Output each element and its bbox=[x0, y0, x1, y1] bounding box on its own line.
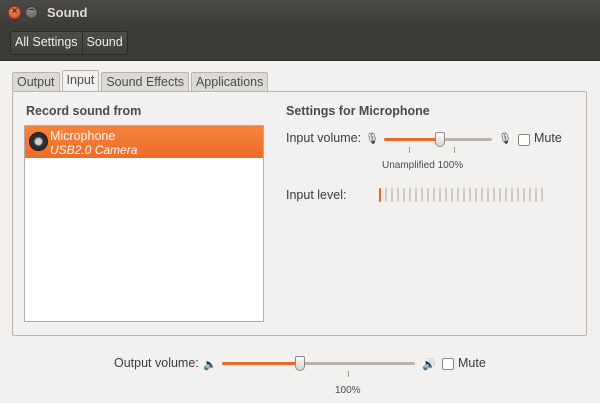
toolbar: All Settings Sound bbox=[0, 26, 600, 61]
unamplified-label: Unamplified 100% bbox=[382, 160, 464, 171]
level-segment bbox=[445, 188, 447, 202]
close-icon: × bbox=[11, 6, 18, 17]
level-segment bbox=[415, 188, 417, 202]
minimize-icon: – bbox=[28, 4, 35, 15]
level-segment bbox=[535, 188, 537, 202]
level-segment bbox=[469, 188, 471, 202]
level-segment bbox=[397, 188, 399, 202]
output-volume-fill bbox=[222, 362, 300, 365]
level-segment bbox=[487, 188, 489, 202]
output-volume-label: Output volume: bbox=[114, 356, 199, 370]
tab-sound-effects[interactable]: Sound Effects bbox=[101, 72, 189, 91]
tab-applications[interactable]: Applications bbox=[190, 72, 269, 91]
input-mute-checkbox[interactable] bbox=[518, 134, 530, 146]
device-name: Microphone bbox=[50, 129, 116, 143]
output-mute-label[interactable]: Mute bbox=[458, 356, 486, 370]
close-window-button[interactable]: × bbox=[8, 6, 21, 19]
list-item[interactable]: Microphone USB2.0 Camera bbox=[25, 126, 263, 158]
level-segment bbox=[481, 188, 483, 202]
level-segment bbox=[499, 188, 501, 202]
input-level-label: Input level: bbox=[286, 188, 347, 202]
output-mute-checkbox[interactable] bbox=[442, 358, 454, 370]
level-segment bbox=[505, 188, 507, 202]
output-volume-slider-handle[interactable] bbox=[295, 356, 305, 371]
level-segment bbox=[541, 188, 543, 202]
level-segment bbox=[457, 188, 459, 202]
tab-input[interactable]: Input bbox=[61, 70, 100, 91]
tab-output[interactable]: Output bbox=[12, 72, 60, 91]
output-volume-track[interactable] bbox=[222, 362, 415, 365]
record-from-heading: Record sound from bbox=[26, 104, 142, 118]
level-segment bbox=[511, 188, 513, 202]
level-segment bbox=[493, 188, 495, 202]
minimize-window-button[interactable]: – bbox=[25, 4, 38, 19]
input-volume-label: Input volume: bbox=[286, 131, 362, 145]
output-percent-label: 100% bbox=[335, 385, 361, 396]
level-segment bbox=[517, 188, 519, 202]
tab-bar: Output Input Sound Effects Applications bbox=[12, 70, 270, 91]
input-volume-fill bbox=[384, 138, 440, 141]
level-segment bbox=[385, 188, 387, 202]
unamplified-tick bbox=[409, 147, 410, 153]
level-segment bbox=[409, 188, 411, 202]
hundred-percent-tick bbox=[454, 147, 455, 153]
level-segment bbox=[451, 188, 453, 202]
level-segment bbox=[529, 188, 531, 202]
level-segment bbox=[427, 188, 429, 202]
level-segment bbox=[421, 188, 423, 202]
title-bar: × – Sound bbox=[0, 0, 600, 26]
output-hundred-tick bbox=[348, 371, 349, 377]
level-segment bbox=[463, 188, 465, 202]
breadcrumb: All Settings Sound bbox=[10, 31, 128, 55]
level-segment bbox=[523, 188, 525, 202]
level-segment bbox=[391, 188, 393, 202]
all-settings-button[interactable]: All Settings bbox=[11, 32, 82, 54]
device-detail: USB2.0 Camera bbox=[50, 143, 138, 157]
mic-mute-icon: 🎙 bbox=[365, 133, 379, 145]
webcam-icon bbox=[29, 132, 48, 151]
input-level-meter bbox=[379, 188, 547, 202]
sound-breadcrumb-button[interactable]: Sound bbox=[81, 32, 127, 54]
speaker-high-icon: 🔊 bbox=[422, 359, 436, 371]
level-segment bbox=[433, 188, 435, 202]
mic-max-icon: 🎙 bbox=[498, 133, 512, 145]
input-volume-slider-handle[interactable] bbox=[435, 132, 445, 147]
speaker-low-icon: 🔈 bbox=[203, 359, 217, 371]
level-segment bbox=[475, 188, 477, 202]
input-mute-label[interactable]: Mute bbox=[534, 131, 562, 145]
level-segment bbox=[379, 188, 381, 202]
level-segment bbox=[403, 188, 405, 202]
input-panel: Record sound from Microphone USB2.0 Came… bbox=[12, 91, 587, 336]
device-list[interactable]: Microphone USB2.0 Camera bbox=[24, 125, 264, 322]
settings-heading: Settings for Microphone bbox=[286, 104, 430, 118]
window-title: Sound bbox=[47, 5, 88, 20]
level-segment bbox=[439, 188, 441, 202]
